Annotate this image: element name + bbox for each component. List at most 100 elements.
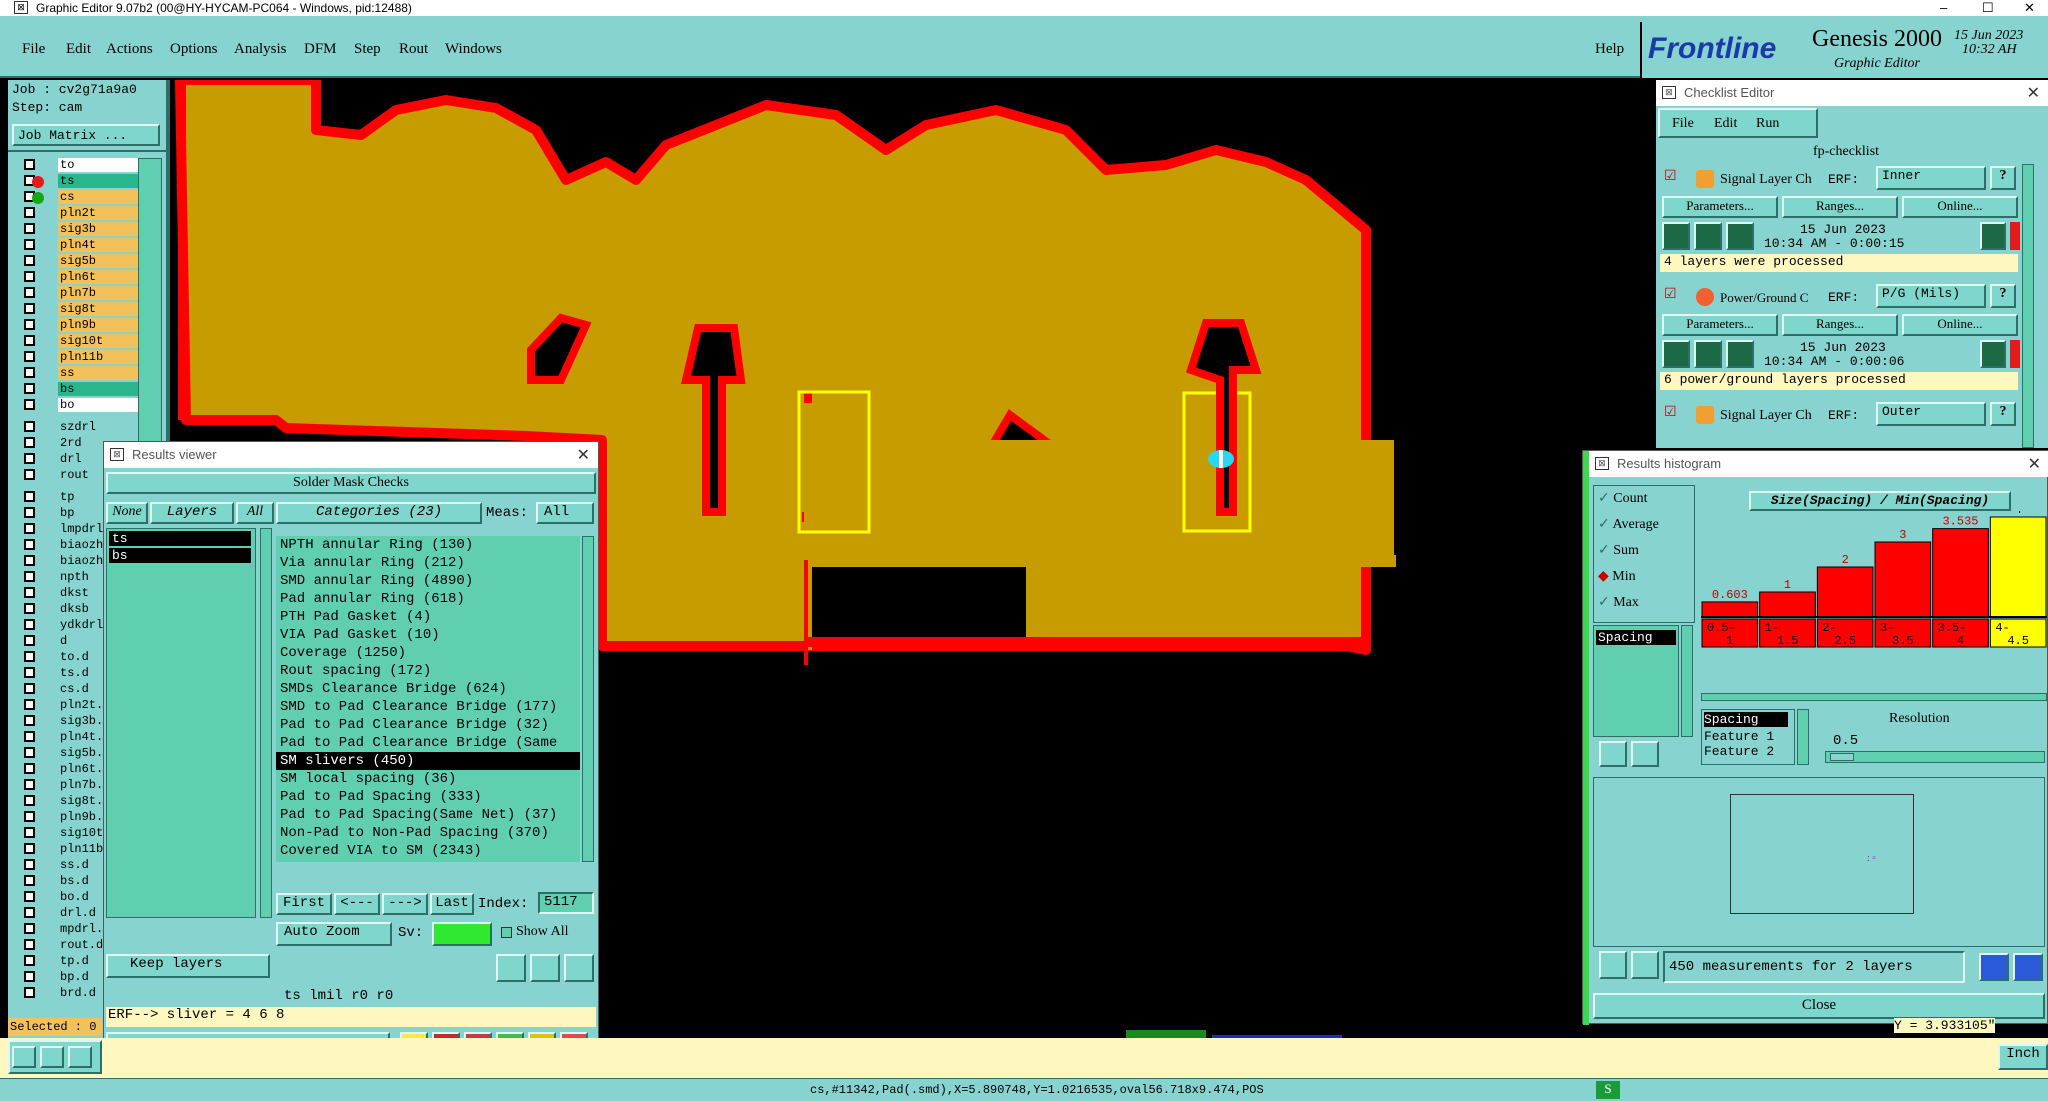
histogram-bar[interactable]: [1816, 566, 1874, 618]
layer-checkbox[interactable]: [24, 667, 35, 678]
del-icon[interactable]: [1599, 951, 1627, 979]
auto-zoom-select[interactable]: Auto Zoom: [276, 922, 392, 946]
layer-row[interactable]: to: [22, 158, 154, 172]
layer-row[interactable]: pln9b: [22, 318, 154, 332]
menu-analysis[interactable]: Analysis: [234, 41, 287, 58]
close-window-button[interactable]: ✕: [2024, 0, 2035, 16]
erf-select[interactable]: P/G (Mils): [1876, 284, 1986, 308]
option-average[interactable]: ✓ Average: [1598, 516, 1659, 533]
histogram-bar[interactable]: [1989, 516, 2047, 618]
menu-step[interactable]: Step: [354, 41, 381, 58]
category-item[interactable]: SMD annular Ring (4890): [276, 572, 580, 590]
layer-checkbox[interactable]: [24, 383, 35, 394]
layer-checkbox[interactable]: [24, 603, 35, 614]
del-icon[interactable]: [496, 954, 526, 982]
erf-select[interactable]: Inner: [1876, 166, 1986, 190]
run-icon[interactable]: [1694, 340, 1722, 368]
layer-checkbox[interactable]: [24, 437, 35, 448]
layer-checkbox[interactable]: [24, 907, 35, 918]
category-item[interactable]: Covered VIA to SM (2343): [276, 842, 580, 860]
layer-checkbox[interactable]: [24, 319, 35, 330]
measure-list[interactable]: Spacing: [1593, 625, 1679, 737]
zoom-icon[interactable]: [1980, 222, 2006, 250]
option-min[interactable]: ◆ Min: [1598, 568, 1636, 585]
layer-checkbox[interactable]: [24, 367, 35, 378]
histogram-bar[interactable]: [1701, 601, 1759, 618]
ranges-button[interactable]: Ranges...: [1782, 196, 1898, 218]
run-icon[interactable]: [1662, 222, 1690, 250]
category-item[interactable]: SM local spacing (36): [276, 770, 580, 788]
ime-icon[interactable]: S: [1596, 1081, 1620, 1099]
layer-checkbox[interactable]: [24, 555, 35, 566]
measure-icon[interactable]: [40, 1046, 64, 1068]
del-icon[interactable]: [1599, 741, 1627, 767]
layer-checkbox[interactable]: [24, 955, 35, 966]
layer-checkbox[interactable]: [24, 351, 35, 362]
measure-select-scrollbar[interactable]: [1797, 709, 1809, 765]
erf-select[interactable]: Outer: [1876, 402, 1986, 426]
layer-checkbox[interactable]: [24, 747, 35, 758]
category-item[interactable]: Via annular Ring (212): [276, 554, 580, 572]
layers-button[interactable]: Layers: [150, 502, 234, 524]
histogram-bar[interactable]: [1759, 591, 1816, 618]
category-item[interactable]: SM slivers (450): [276, 752, 580, 770]
layer-checkbox[interactable]: [24, 683, 35, 694]
run-icon[interactable]: [1694, 222, 1722, 250]
category-scrollbar[interactable]: [582, 536, 594, 862]
maximize-button[interactable]: ☐: [1982, 0, 1994, 16]
layer-checkbox[interactable]: [24, 795, 35, 806]
layer-checkbox[interactable]: [24, 827, 35, 838]
layer-checkbox[interactable]: [24, 469, 35, 480]
layer-row[interactable]: pln4t: [22, 238, 154, 252]
layer-list-item[interactable]: ts: [109, 531, 251, 546]
help-button[interactable]: ?: [1990, 402, 2016, 426]
category-item[interactable]: Coverage (1250): [276, 644, 580, 662]
checklist-scrollbar[interactable]: [2022, 164, 2034, 448]
layer-checkbox[interactable]: [24, 891, 35, 902]
layer-checkbox[interactable]: [24, 523, 35, 534]
next-button[interactable]: --->: [382, 893, 428, 915]
first-button[interactable]: First: [276, 893, 332, 915]
checklist-menu-run[interactable]: Run: [1756, 116, 1779, 132]
run-icon[interactable]: [1726, 340, 1754, 368]
resolution-slider[interactable]: [1825, 751, 2045, 763]
category-item[interactable]: Pad annular Ring (618): [276, 590, 580, 608]
layer-checkbox[interactable]: [24, 453, 35, 464]
layer-checkbox[interactable]: [24, 779, 35, 790]
none-button[interactable]: None: [106, 502, 148, 524]
layer-row[interactable]: szdrl: [22, 420, 154, 434]
menu-options[interactable]: Options: [170, 41, 218, 58]
units-button[interactable]: Inch: [1998, 1044, 2048, 1070]
online-button[interactable]: Online...: [1902, 314, 2018, 336]
layer-checkbox[interactable]: [24, 763, 35, 774]
sv-color-select[interactable]: [432, 922, 492, 946]
keep-layers-select[interactable]: Keep layers: [106, 954, 270, 978]
help-button[interactable]: ?: [1990, 166, 2016, 190]
close-icon[interactable]: ✕: [2027, 83, 2040, 103]
meas-select[interactable]: All: [536, 502, 594, 524]
layer-checkbox[interactable]: [24, 699, 35, 710]
all-button[interactable]: All: [236, 502, 274, 524]
layer-checkbox[interactable]: [24, 811, 35, 822]
category-item[interactable]: Pad to Pad Spacing (333): [276, 788, 580, 806]
chart-scrollbar[interactable]: [1701, 693, 2047, 701]
category-item[interactable]: SMD to Pad Clearance Bridge (177): [276, 698, 580, 716]
parameters-button[interactable]: Parameters...: [1662, 314, 1778, 336]
ref-icon[interactable]: [1631, 741, 1659, 767]
menu-help[interactable]: Help: [1595, 41, 1624, 58]
menu-edit[interactable]: Edit: [66, 41, 91, 58]
category-item[interactable]: NPTH annular Ring (130): [276, 536, 580, 554]
layer-checkbox[interactable]: [24, 335, 35, 346]
minimize-button[interactable]: –: [1940, 0, 1947, 15]
last-button[interactable]: Last: [430, 893, 474, 915]
category-item[interactable]: Pad to Pad Clearance Bridge (32): [276, 716, 580, 734]
show-all-checkbox[interactable]: [501, 927, 512, 938]
measure-item[interactable]: Feature 2: [1704, 744, 1792, 759]
select-icon[interactable]: [12, 1046, 36, 1068]
layer-row[interactable]: pln6t: [22, 270, 154, 284]
layer-checkbox[interactable]: [24, 875, 35, 886]
ref-icon[interactable]: [530, 954, 560, 982]
category-item[interactable]: VIA Pad Gasket (10): [276, 626, 580, 644]
layer-row[interactable]: bo: [22, 398, 154, 412]
layer-checkbox[interactable]: [24, 619, 35, 630]
